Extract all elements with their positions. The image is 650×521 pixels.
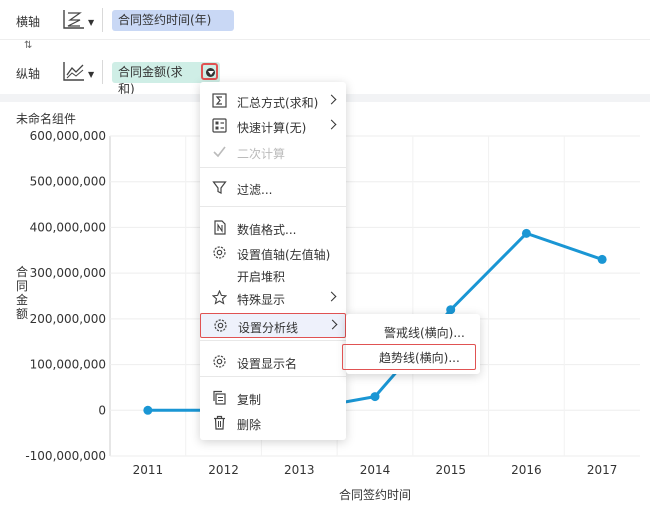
- menu-item[interactable]: 特殊显示: [200, 286, 346, 311]
- menu-item-label: 开启堆积: [237, 270, 286, 284]
- divider: [102, 8, 103, 32]
- menu-item: 二次计算: [200, 140, 346, 165]
- submenu-item-label: 趋势线(横向)...: [379, 351, 460, 365]
- y-tick-label: 500,000,000: [30, 175, 106, 189]
- x-axis-title: 合同签约时间: [339, 487, 411, 502]
- menu-item[interactable]: 快速计算(无): [200, 114, 346, 139]
- menu-item[interactable]: 设置分析线: [200, 313, 346, 338]
- menu-separator: [200, 340, 346, 341]
- submenu-item-label: 警戒线(横向)...: [384, 326, 465, 340]
- x-tick-label: 2016: [511, 463, 542, 477]
- y-axis-title: 合同金额: [16, 264, 28, 321]
- y-tick-label: 300,000,000: [30, 266, 106, 280]
- x-tick-label: 2017: [587, 463, 618, 477]
- menu-item[interactable]: 汇总方式(求和): [200, 89, 346, 114]
- gear-icon: [213, 246, 226, 259]
- menu-item-label: 特殊显示: [237, 293, 286, 307]
- data-point[interactable]: [521, 228, 531, 238]
- y-tick-label: 400,000,000: [30, 220, 106, 234]
- filter-icon: [212, 181, 227, 194]
- chevron-right-icon: [327, 319, 338, 330]
- menu-item[interactable]: 开启堆积: [200, 263, 346, 288]
- x-tick-label: 2015: [435, 463, 466, 477]
- y-tick-label: 0: [98, 403, 106, 417]
- y-tick-label: 600,000,000: [30, 129, 106, 143]
- submenu-item[interactable]: 警戒线(横向)...: [346, 318, 480, 344]
- sigma-icon: [212, 93, 227, 108]
- chevron-down-icon[interactable]: ▼: [88, 18, 94, 27]
- swap-axes-icon[interactable]: ⇅: [24, 40, 32, 51]
- submenu-item[interactable]: 趋势线(横向)...: [342, 344, 476, 370]
- x-tick-label: 2014: [360, 463, 391, 477]
- x-tick-label: 2013: [284, 463, 315, 477]
- field-context-menu: 汇总方式(求和) 快速计算(无) 二次计算过滤... 数值格式... 设置值轴(左值轴)…: [200, 82, 346, 440]
- menu-item-label: 删除: [237, 418, 262, 432]
- data-point[interactable]: [370, 392, 380, 402]
- menu-item[interactable]: 复制: [200, 386, 346, 411]
- gear-icon: [214, 319, 227, 332]
- x-tick-label: 2012: [208, 463, 239, 477]
- menu-item-label: 设置分析线: [238, 321, 299, 335]
- field-dropdown-button[interactable]: [201, 63, 218, 80]
- trash-icon: [214, 415, 225, 430]
- y-tick-label: 200,000,000: [30, 312, 106, 326]
- divider: [102, 60, 103, 84]
- gear-icon: [213, 355, 226, 368]
- x-axis-field-pill[interactable]: 合同签约时间(年): [112, 10, 234, 31]
- menu-item[interactable]: 删除: [200, 411, 346, 436]
- menu-item-label: 数值格式...: [237, 223, 297, 237]
- y-tick-label: -100,000,000: [25, 449, 106, 463]
- menu-item-label: 复制: [237, 393, 262, 407]
- chevron-right-icon: [326, 119, 337, 130]
- bar-chart-type-icon[interactable]: [62, 8, 86, 30]
- component-title: 未命名组件: [16, 112, 77, 126]
- menu-separator: [200, 206, 346, 207]
- menu-item-label: 设置值轴(左值轴): [237, 248, 331, 262]
- menu-item[interactable]: 数值格式...: [200, 216, 346, 241]
- x-axis-row: 横轴 ▼ 合同签约时间(年): [0, 0, 650, 40]
- number-format-icon: [214, 220, 226, 235]
- chevron-down-icon[interactable]: ▼: [88, 70, 94, 79]
- y-axis-label: 纵轴: [16, 67, 41, 81]
- chevron-right-icon: [326, 291, 337, 302]
- y-tick-label: 100,000,000: [30, 358, 106, 372]
- menu-item-label: 设置显示名: [237, 357, 298, 371]
- x-tick-label: 2011: [133, 463, 164, 477]
- data-point[interactable]: [597, 254, 607, 264]
- menu-item-label: 二次计算: [237, 147, 286, 161]
- x-axis-label: 横轴: [16, 15, 41, 29]
- quick-calc-icon: [212, 118, 227, 133]
- star-icon: [212, 290, 227, 305]
- menu-item-label: 过滤...: [237, 183, 273, 197]
- check-icon: [213, 146, 226, 158]
- line-chart-type-icon[interactable]: [62, 60, 86, 82]
- menu-separator: [200, 376, 346, 377]
- data-point[interactable]: [143, 405, 153, 415]
- caret-down-icon: [206, 68, 215, 77]
- chevron-right-icon: [326, 94, 337, 105]
- data-point[interactable]: [446, 305, 456, 315]
- menu-item-label: 汇总方式(求和): [237, 96, 319, 110]
- menu-separator: [200, 167, 346, 168]
- copy-icon: [213, 390, 226, 405]
- menu-item-label: 快速计算(无): [237, 121, 307, 135]
- menu-item[interactable]: 过滤...: [200, 176, 346, 201]
- analysis-line-submenu: 警戒线(横向)... 趋势线(横向)...: [342, 314, 480, 374]
- menu-item[interactable]: 设置显示名: [200, 350, 346, 375]
